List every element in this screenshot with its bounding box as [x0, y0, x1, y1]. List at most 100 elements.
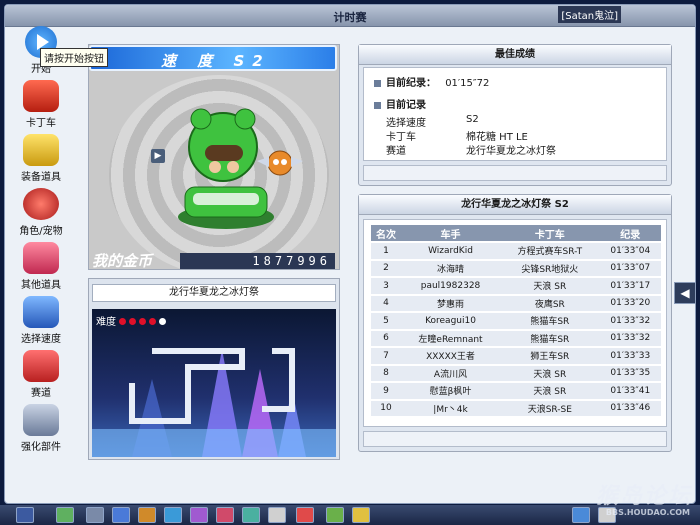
rank-cell: 10: [371, 400, 401, 416]
kart-cell: 尖锋SR地狱火: [500, 260, 600, 276]
ranking-panel: 龙行华夏龙之冰灯祭 S2 名次 车手 卡丁车 纪录 1 WizardKid 方程式赛车SR…: [358, 194, 672, 452]
track-map-image: 难度: [92, 309, 336, 457]
time-cell: 01′33″35: [599, 365, 661, 381]
ranking-row[interactable]: 10 |Mr丶4k 天浪SR-SE 01′33″46: [371, 400, 661, 416]
column-header: 纪录: [599, 225, 661, 241]
menu-item-speed[interactable]: 选择速度: [6, 294, 76, 348]
ranking-row[interactable]: 9 慰蓝β枫叶 天浪 SR 01′33″41: [371, 383, 661, 399]
rank-cell: 2: [371, 260, 401, 276]
menu-item-upgrade[interactable]: 强化部件: [6, 402, 76, 456]
collapse-arrow-icon[interactable]: ◀: [674, 282, 696, 304]
current-record-value: 01′15″72: [445, 78, 490, 89]
title-bar: 计时赛 [Satan鬼泣]: [5, 5, 695, 27]
ranking-row[interactable]: 5 Koreagui10 熊猫车SR 01′33″32: [371, 313, 661, 329]
garage-icon[interactable]: [86, 507, 104, 523]
rank-cell: 8: [371, 365, 401, 381]
coin-display: 我的金币 1877996: [88, 250, 340, 272]
menu-label-character: 角色/宠物: [19, 226, 63, 237]
kart-cell: 方程式赛车SR-T: [500, 243, 600, 259]
ranking-row[interactable]: 8 A流川风 天浪 SR 01′33″35: [371, 365, 661, 381]
forum-watermark: 猴岛论坛 BBS.HOUDAO.COM: [595, 478, 692, 517]
kart-cell: 天浪 SR: [500, 365, 600, 381]
time-cell: 01′33″32: [599, 330, 661, 346]
menu-item-kart[interactable]: 卡丁车: [6, 78, 76, 132]
tools-icon[interactable]: [138, 507, 156, 523]
rotate-arrow-icon[interactable]: ▶: [151, 149, 165, 163]
kart-cell: 熊猫车SR: [500, 330, 600, 346]
wrench-icon: [23, 404, 59, 436]
driver-cell: XXXXX王者: [401, 348, 501, 364]
record-kart-value: 棉花糖 HT LE: [466, 132, 528, 143]
mail-icon[interactable]: [352, 507, 370, 523]
character-icon: [23, 188, 59, 220]
kart-cell: 天浪 SR: [500, 278, 600, 294]
rank-cell: 6: [371, 330, 401, 346]
driver-cell: 左瞳eRemnant: [401, 330, 501, 346]
record-kart-label: 卡丁车: [386, 132, 416, 143]
ranking-header-row: 名次 车手 卡丁车 纪录: [371, 225, 661, 241]
column-header: 车手: [401, 225, 501, 241]
heart-icon[interactable]: [216, 507, 234, 523]
ranking-row[interactable]: 4 梦惠雨 夜鹰SR 01′33″20: [371, 295, 661, 311]
my-record-label: 目前记录: [386, 100, 426, 111]
rank-cell: 5: [371, 313, 401, 329]
best-record-header: 最佳成绩: [359, 45, 671, 65]
friends-icon[interactable]: [326, 507, 344, 523]
current-record-row: 目前纪录： 01′15″72: [374, 74, 489, 89]
rank-cell: 9: [371, 383, 401, 399]
menu-label-kart: 卡丁车: [26, 118, 56, 129]
driver-cell: paul1982328: [401, 278, 501, 294]
menu-item-other-items[interactable]: 其他道具: [6, 240, 76, 294]
driver-cell: Koreagui10: [401, 313, 501, 329]
track-scene: [92, 348, 336, 457]
ranking-row[interactable]: 1 WizardKid 方程式赛车SR-T 01′33″04: [371, 243, 661, 259]
ranking-footer: [363, 431, 667, 447]
start-menu-icon[interactable]: [16, 507, 34, 523]
ranking-row[interactable]: 2 冰海晴 尖锋SR地狱火 01′33″07: [371, 260, 661, 276]
time-cell: 01′33″20: [599, 295, 661, 311]
bullet-icon: [374, 101, 381, 109]
book-icon[interactable]: [268, 507, 286, 523]
menu-item-track[interactable]: 赛道: [6, 348, 76, 402]
menu-label-other-items: 其他道具: [21, 280, 61, 291]
menu-label-upgrade: 强化部件: [21, 442, 61, 453]
record-track-value: 龙行华夏龙之冰灯祭: [466, 146, 556, 157]
time-cell: 01′33″32: [599, 313, 661, 329]
record-speed-value: S2: [466, 114, 479, 125]
ranking-body: 名次 车手 卡丁车 纪录 1 WizardKid 方程式赛车SR-T 01′33″04 2 冰海…: [363, 219, 667, 427]
pet-image: [257, 150, 303, 176]
back-icon[interactable]: [56, 507, 74, 523]
driver-cell: A流川风: [401, 365, 501, 381]
driver-cell: WizardKid: [401, 243, 501, 259]
ranking-row[interactable]: 6 左瞳eRemnant 熊猫车SR 01′33″32: [371, 330, 661, 346]
watermark-main: 猴岛论坛: [595, 484, 692, 509]
shop-icon[interactable]: [242, 507, 260, 523]
time-cell: 01′33″41: [599, 383, 661, 399]
track-preview: 龙行华夏龙之冰灯祭 难度: [88, 278, 340, 460]
coin-label: 我的金币: [92, 252, 153, 270]
time-cell: 01′33″04: [599, 243, 661, 259]
best-record-footer: [363, 165, 667, 181]
kart-cell: 狮王车SR: [500, 348, 600, 364]
menu-label-equipment: 装备道具: [21, 172, 61, 183]
menu-item-character[interactable]: 角色/宠物: [6, 186, 76, 240]
watermark-sub: BBS.HOUDAO.COM: [605, 508, 690, 517]
speed-kart-icon: [23, 296, 59, 328]
home-icon[interactable]: [112, 507, 130, 523]
driver-cell: 冰海晴: [401, 260, 501, 276]
settings-icon[interactable]: [572, 507, 590, 523]
driver-cell: |Mr丶4k: [401, 400, 501, 416]
chat-icon[interactable]: [164, 507, 182, 523]
rank-cell: 7: [371, 348, 401, 364]
menu-item-equipment[interactable]: 装备道具: [6, 132, 76, 186]
party-icon[interactable]: [296, 507, 314, 523]
kart-icon: [23, 80, 59, 112]
gift-icon[interactable]: [190, 507, 208, 523]
ranking-row[interactable]: 3 paul1982328 天浪 SR 01′33″17: [371, 278, 661, 294]
giftbox-icon: [23, 242, 59, 274]
coin-value: 1877996: [180, 253, 335, 269]
time-cell: 01′33″17: [599, 278, 661, 294]
best-record-body: 目前纪录： 01′15″72 目前记录 选择速度 S2 卡丁车 棉花糖 HT L…: [363, 67, 667, 161]
ranking-row[interactable]: 7 XXXXX王者 狮王车SR 01′33″33: [371, 348, 661, 364]
time-cell: 01′33″33: [599, 348, 661, 364]
